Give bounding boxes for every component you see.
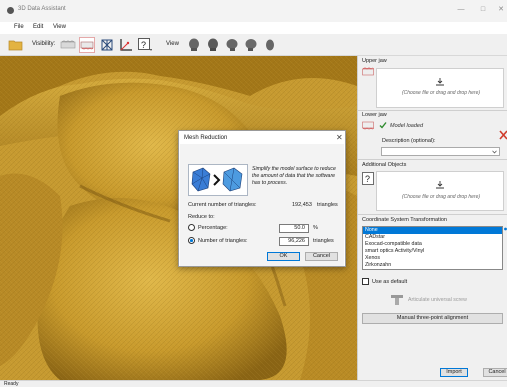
separator xyxy=(358,214,507,215)
number-unit: triangles xyxy=(313,238,334,244)
menu-bar: File Edit View xyxy=(0,22,507,34)
coordinate-system-title: Coordinate System Transformation xyxy=(362,217,447,223)
upper-jaw-visibility-icon[interactable] xyxy=(60,37,76,53)
cancel-button[interactable]: Cancel xyxy=(483,368,507,377)
close-icon[interactable]: ✕ xyxy=(495,4,507,16)
help-icon[interactable]: ? xyxy=(137,37,153,53)
lower-jaw-status: Model loaded xyxy=(390,123,424,129)
remove-icon[interactable] xyxy=(499,130,507,140)
title-bar: 3D Data Assistant — □ ✕ xyxy=(0,0,507,22)
dialog-cancel-button[interactable]: Cancel xyxy=(305,252,338,261)
view-front-icon[interactable] xyxy=(186,37,202,53)
articulate-screw-label: Articulate universal screw xyxy=(408,297,467,303)
mesh-reduction-icon xyxy=(188,164,248,196)
upper-jaw-icon xyxy=(362,67,374,76)
coordinate-system-list[interactable]: None CADstar Exocad-compatible data smart o… xyxy=(362,226,503,270)
percentage-input[interactable]: 50.0 xyxy=(279,224,309,233)
separator xyxy=(358,110,507,111)
lower-jaw-visibility-icon[interactable] xyxy=(79,37,95,53)
number-radio[interactable] xyxy=(188,237,195,244)
additional-objects-title: Additional Objects xyxy=(362,162,407,168)
coordinate-system-option[interactable]: Exocad-compatible data xyxy=(363,241,502,248)
maximize-icon[interactable]: □ xyxy=(477,4,489,16)
number-input[interactable]: 96,226 xyxy=(279,237,309,246)
download-icon xyxy=(436,78,444,86)
view-back-icon[interactable] xyxy=(205,37,221,53)
view-right-icon[interactable] xyxy=(243,37,259,53)
unknown-object-icon: ? xyxy=(362,172,374,185)
svg-text:?: ? xyxy=(365,174,370,184)
open-folder-icon[interactable] xyxy=(8,37,24,53)
percentage-unit: % xyxy=(313,225,318,231)
coordinate-system-option[interactable]: Zirkonzahn xyxy=(363,262,502,269)
use-as-default-checkbox[interactable] xyxy=(362,278,369,285)
current-triangles-label: Current number of triangles: xyxy=(188,202,257,208)
svg-text:?: ? xyxy=(141,40,146,50)
coordinate-system-option[interactable]: CADstar xyxy=(363,234,502,241)
description-input[interactable] xyxy=(381,147,500,156)
use-as-default-label: Use as default xyxy=(372,279,408,285)
coordinate-system-option[interactable]: Xenos xyxy=(363,255,502,262)
percentage-label: Percentage: xyxy=(198,225,228,231)
view-top-icon[interactable] xyxy=(262,37,278,53)
upper-jaw-drop-text: (Choose file or drag and drop here) xyxy=(401,90,481,96)
current-triangles-unit: triangles xyxy=(317,202,338,208)
mesh-reduction-dialog: Mesh Reduction ✕ Simplify the model surf… xyxy=(178,130,346,267)
dialog-close-icon[interactable]: ✕ xyxy=(336,133,343,142)
menu-edit[interactable]: Edit xyxy=(33,24,43,30)
mesh-tool-icon[interactable] xyxy=(99,37,115,53)
number-value: 96,226 xyxy=(288,238,305,244)
visibility-label: Visibility: xyxy=(32,41,56,47)
percentage-value: 50.0 xyxy=(294,225,305,231)
status-bar: Ready xyxy=(0,380,507,387)
import-button[interactable]: Import xyxy=(440,368,468,377)
window-title: 3D Data Assistant xyxy=(18,6,66,12)
ok-button[interactable]: OK xyxy=(267,252,300,261)
checkmark-icon xyxy=(379,122,387,129)
number-label: Number of triangles: xyxy=(198,238,248,244)
percentage-radio[interactable] xyxy=(188,224,195,231)
menu-file[interactable]: File xyxy=(14,24,24,30)
view-label: View xyxy=(166,41,179,47)
axes-icon[interactable] xyxy=(118,37,134,53)
dialog-title: Mesh Reduction xyxy=(184,135,228,141)
coordinate-system-option[interactable]: None xyxy=(363,227,502,234)
upper-jaw-title: Upper jaw xyxy=(362,58,387,64)
lower-jaw-icon xyxy=(362,121,374,130)
menu-view[interactable]: View xyxy=(53,24,66,30)
separator xyxy=(358,159,507,160)
download-icon xyxy=(436,181,444,189)
toolbar: Visibility: ? View xyxy=(0,34,507,56)
lower-jaw-title: Lower jaw xyxy=(362,112,387,118)
app-icon xyxy=(7,7,14,14)
current-triangles-value: 192,453 xyxy=(292,202,312,208)
upper-jaw-dropzone[interactable]: (Choose file or drag and drop here) xyxy=(376,68,504,108)
view-left-icon[interactable] xyxy=(224,37,240,53)
data-panel: Upper jaw (Choose file or drag and drop … xyxy=(357,56,507,380)
coordinate-system-option[interactable]: smart optics Activity/Vinyl xyxy=(363,248,502,255)
screw-icon xyxy=(391,295,403,305)
manual-alignment-button[interactable]: Manual three-point alignment xyxy=(362,313,503,324)
dialog-body: Simplify the model surface to reduce the… xyxy=(180,144,344,266)
additional-objects-dropzone[interactable]: (Choose file or drag and drop here) xyxy=(376,171,504,211)
description-label: Description (optional): xyxy=(382,138,436,144)
status-text: Ready xyxy=(4,381,19,387)
dialog-description: Simplify the model surface to reduce the… xyxy=(252,166,336,186)
minimize-icon[interactable]: — xyxy=(455,4,467,16)
chevron-down-icon xyxy=(492,150,497,154)
additional-objects-drop-text: (Choose file or drag and drop here) xyxy=(401,194,481,200)
reduce-to-label: Reduce to: xyxy=(188,214,215,220)
